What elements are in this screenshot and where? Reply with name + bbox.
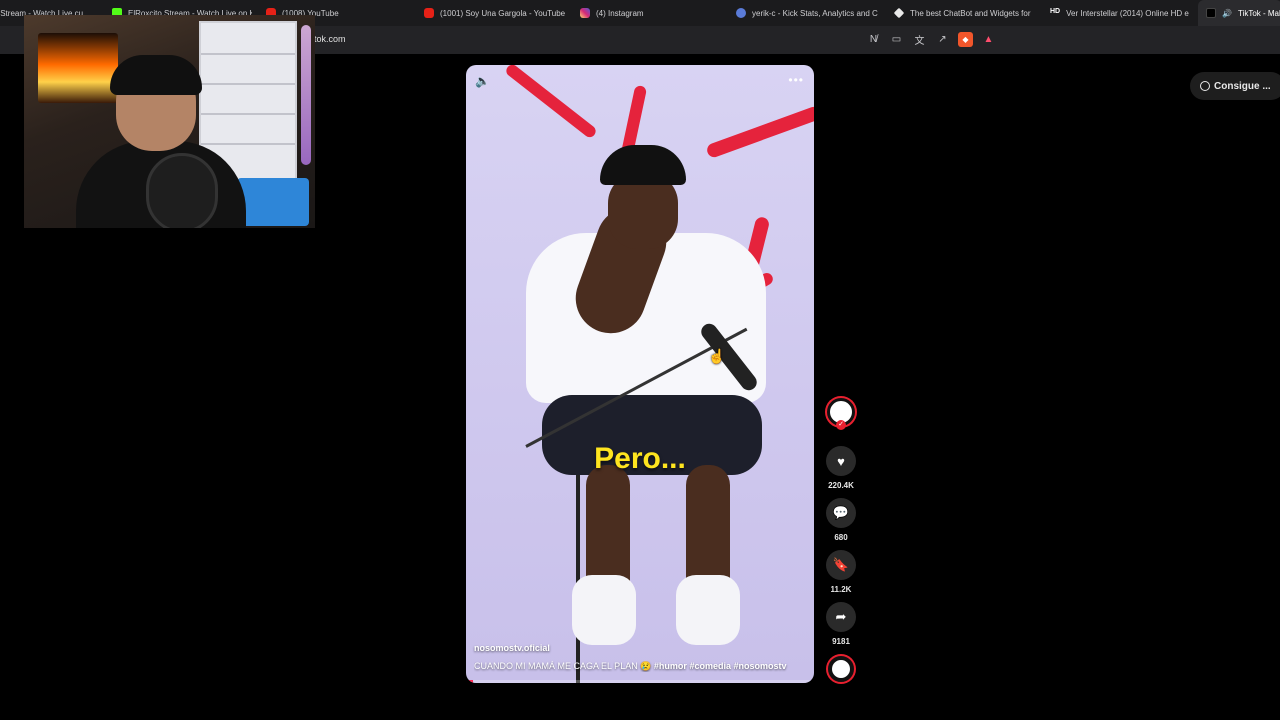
more-options-button[interactable]: ••• [788, 73, 804, 87]
video-progress-bar[interactable] [466, 680, 814, 683]
light-tube [301, 25, 311, 165]
instagram-icon [580, 8, 590, 18]
save-button[interactable]: 🔖 11.2K [822, 550, 860, 594]
translate-icon[interactable]: 文 [912, 32, 927, 47]
get-app-button[interactable]: Consigue ... [1190, 72, 1280, 100]
browser-tab[interactable]: yerik-c - Kick Stats, Analytics and C [736, 0, 878, 26]
share-icon[interactable]: ↗ [935, 32, 950, 47]
description-text: CUANDO MI MAMÁ ME CAGA EL PLAN 😢 [474, 661, 652, 671]
tiktok-icon [1206, 8, 1216, 18]
share-button[interactable]: ➦ 9181 [822, 602, 860, 646]
diamond-icon [894, 7, 905, 19]
streamer-webcam [24, 15, 315, 228]
youtube-icon [424, 8, 434, 18]
speaker-icon: 🔊 [1222, 8, 1232, 18]
tab-title: Ver Interstellar (2014) Online HD e [1066, 8, 1189, 18]
brave-shield-icon[interactable]: ◆ [958, 32, 973, 47]
like-count: 220.4K [828, 481, 854, 490]
tab-title: (1001) Soy Una Gargola - YouTube [440, 8, 566, 18]
extension-toolbar: N̸ ▭ 文 ↗ ◆ ▲ [866, 32, 996, 47]
microphone-icon [146, 153, 218, 228]
get-app-label: Consigue ... [1214, 80, 1271, 92]
music-disc-button[interactable] [822, 656, 860, 682]
browser-tab-active[interactable]: 🔊 TikTok - Make [1198, 0, 1280, 26]
heart-icon: ♥ [826, 446, 856, 476]
share-count: 9181 [832, 637, 850, 646]
url-field[interactable]: tok.com [314, 34, 346, 44]
bookmark-icon: 🔖 [826, 550, 856, 580]
hashtag-link[interactable]: #comedia [689, 661, 731, 671]
reader-icon[interactable]: N̸ [866, 32, 881, 47]
stats-icon [736, 8, 746, 18]
save-count: 11.2K [830, 585, 852, 594]
tab-title: yerik-c - Kick Stats, Analytics and C [752, 8, 878, 18]
cast-icon[interactable]: ▭ [889, 32, 904, 47]
share-arrow-icon: ➦ [826, 602, 856, 632]
tab-title: (4) Instagram [596, 8, 644, 18]
follow-check-icon[interactable]: ✓ [836, 420, 846, 430]
browser-tab[interactable]: (1001) Soy Una Gargola - YouTube [424, 0, 570, 26]
like-button[interactable]: ♥ 220.4K [822, 446, 860, 490]
volume-icon[interactable]: 🔈 [475, 74, 491, 88]
video-progress-fill [466, 680, 473, 683]
video-description: CUANDO MI MAMÁ ME CAGA EL PLAN 😢 #humor … [474, 661, 810, 672]
hashtag-link[interactable]: #nosomostv [734, 661, 787, 671]
browser-tab[interactable]: (4) Instagram [580, 0, 720, 26]
floor-mat [237, 178, 309, 226]
browser-tab[interactable]: HD Ver Interstellar (2014) Online HD e [1050, 0, 1190, 26]
tab-title: The best ChatBot and Widgets for [910, 8, 1031, 18]
video-username[interactable]: nosomostv.oficial [474, 643, 550, 653]
comment-button[interactable]: 💬 680 [822, 498, 860, 542]
comment-count: 680 [834, 533, 848, 542]
brave-rewards-icon[interactable]: ▲ [981, 32, 996, 47]
comment-icon: 💬 [826, 498, 856, 528]
tiktok-video[interactable]: 🔈 ••• Pero... nosomostv.oficial CUANDO M… [466, 65, 814, 683]
tab-title: TikTok - Make [1237, 8, 1280, 18]
hashtag-link[interactable]: #humor [654, 661, 687, 671]
hd-icon: HD [1050, 8, 1061, 15]
music-disc-icon [828, 656, 854, 682]
app-icon [1200, 81, 1210, 91]
video-caption-overlay: Pero... [594, 442, 686, 475]
video-subject [525, 145, 766, 683]
hand-cursor-icon: ☝ [708, 348, 726, 364]
creator-avatar-button[interactable]: ✓ [822, 398, 860, 430]
browser-tab[interactable]: The best ChatBot and Widgets for [894, 0, 1032, 26]
streamer [76, 55, 246, 228]
